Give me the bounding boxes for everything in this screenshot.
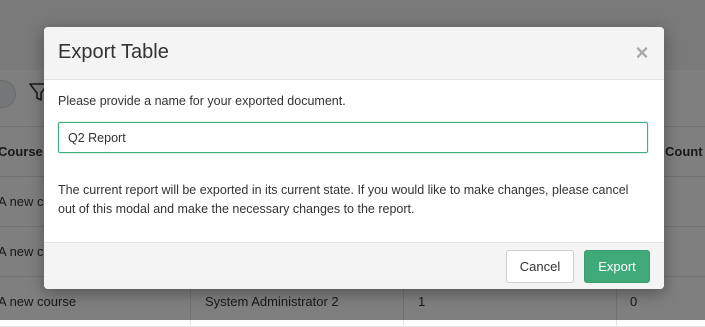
export-table-modal: Export Table × Please provide a name for… <box>44 27 664 289</box>
document-name-input[interactable] <box>58 122 648 153</box>
modal-header: Export Table × <box>44 27 664 80</box>
close-icon[interactable]: × <box>632 41 652 65</box>
modal-footer: Cancel Export <box>44 242 664 289</box>
modal-body: Please provide a name for your exported … <box>44 80 664 242</box>
cancel-button[interactable]: Cancel <box>506 250 574 283</box>
export-note: The current report will be exported in i… <box>58 183 629 216</box>
modal-title: Export Table <box>58 41 169 63</box>
name-prompt-label: Please provide a name for your exported … <box>58 94 346 108</box>
export-button[interactable]: Export <box>584 250 650 283</box>
